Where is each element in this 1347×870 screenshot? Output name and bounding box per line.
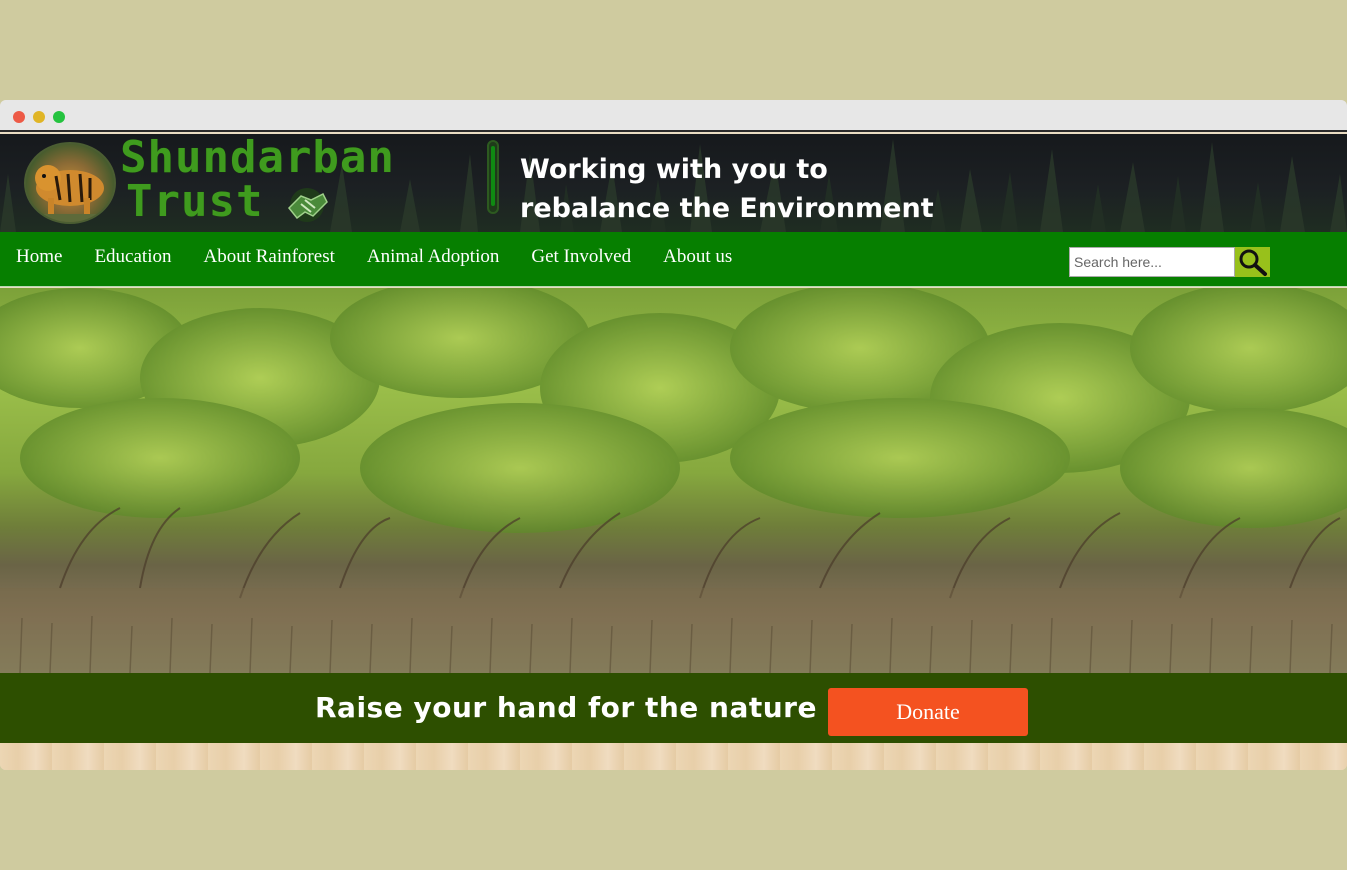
search-box (1069, 247, 1270, 277)
nav-item-home[interactable]: Home (16, 246, 62, 268)
wood-footer-strip (0, 743, 1347, 770)
handshake-icon (287, 188, 328, 222)
close-window-button[interactable] (13, 111, 25, 123)
nav-item-animal-adoption[interactable]: Animal Adoption (367, 246, 499, 268)
browser-window: Shundarban Trust Working with you to reb… (0, 100, 1347, 770)
minimize-window-button[interactable] (33, 111, 45, 123)
header-tagline: Working with you to rebalance the Enviro… (520, 150, 934, 228)
header-divider (487, 140, 499, 214)
tiger-logo-icon[interactable] (24, 142, 116, 224)
nav-menu: Home Education About Rainforest Animal A… (16, 246, 764, 268)
donate-banner-text: Raise your hand for the nature :) (315, 691, 853, 724)
search-icon (1239, 249, 1267, 276)
tagline-line1: Working with you to (520, 154, 828, 185)
brand-name-line2: Trust (126, 176, 264, 227)
hero-forest-image (0, 288, 1347, 673)
window-titlebar (0, 100, 1347, 132)
nav-item-about-rainforest[interactable]: About Rainforest (203, 246, 334, 268)
search-button[interactable] (1235, 247, 1270, 277)
search-input[interactable] (1069, 247, 1235, 277)
brand-name[interactable]: Shundarban Trust (120, 136, 395, 224)
main-navigation: Home Education About Rainforest Animal A… (0, 232, 1347, 287)
tagline-line2: rebalance the Environment (520, 193, 934, 224)
donate-button[interactable]: Donate (828, 688, 1028, 736)
nav-item-education[interactable]: Education (94, 246, 171, 268)
maximize-window-button[interactable] (53, 111, 65, 123)
site-header: Shundarban Trust Working with you to reb… (0, 134, 1347, 232)
nav-item-get-involved[interactable]: Get Involved (531, 246, 631, 268)
donate-banner: Raise your hand for the nature :) Donate (0, 673, 1347, 743)
nav-item-about-us[interactable]: About us (663, 246, 732, 268)
